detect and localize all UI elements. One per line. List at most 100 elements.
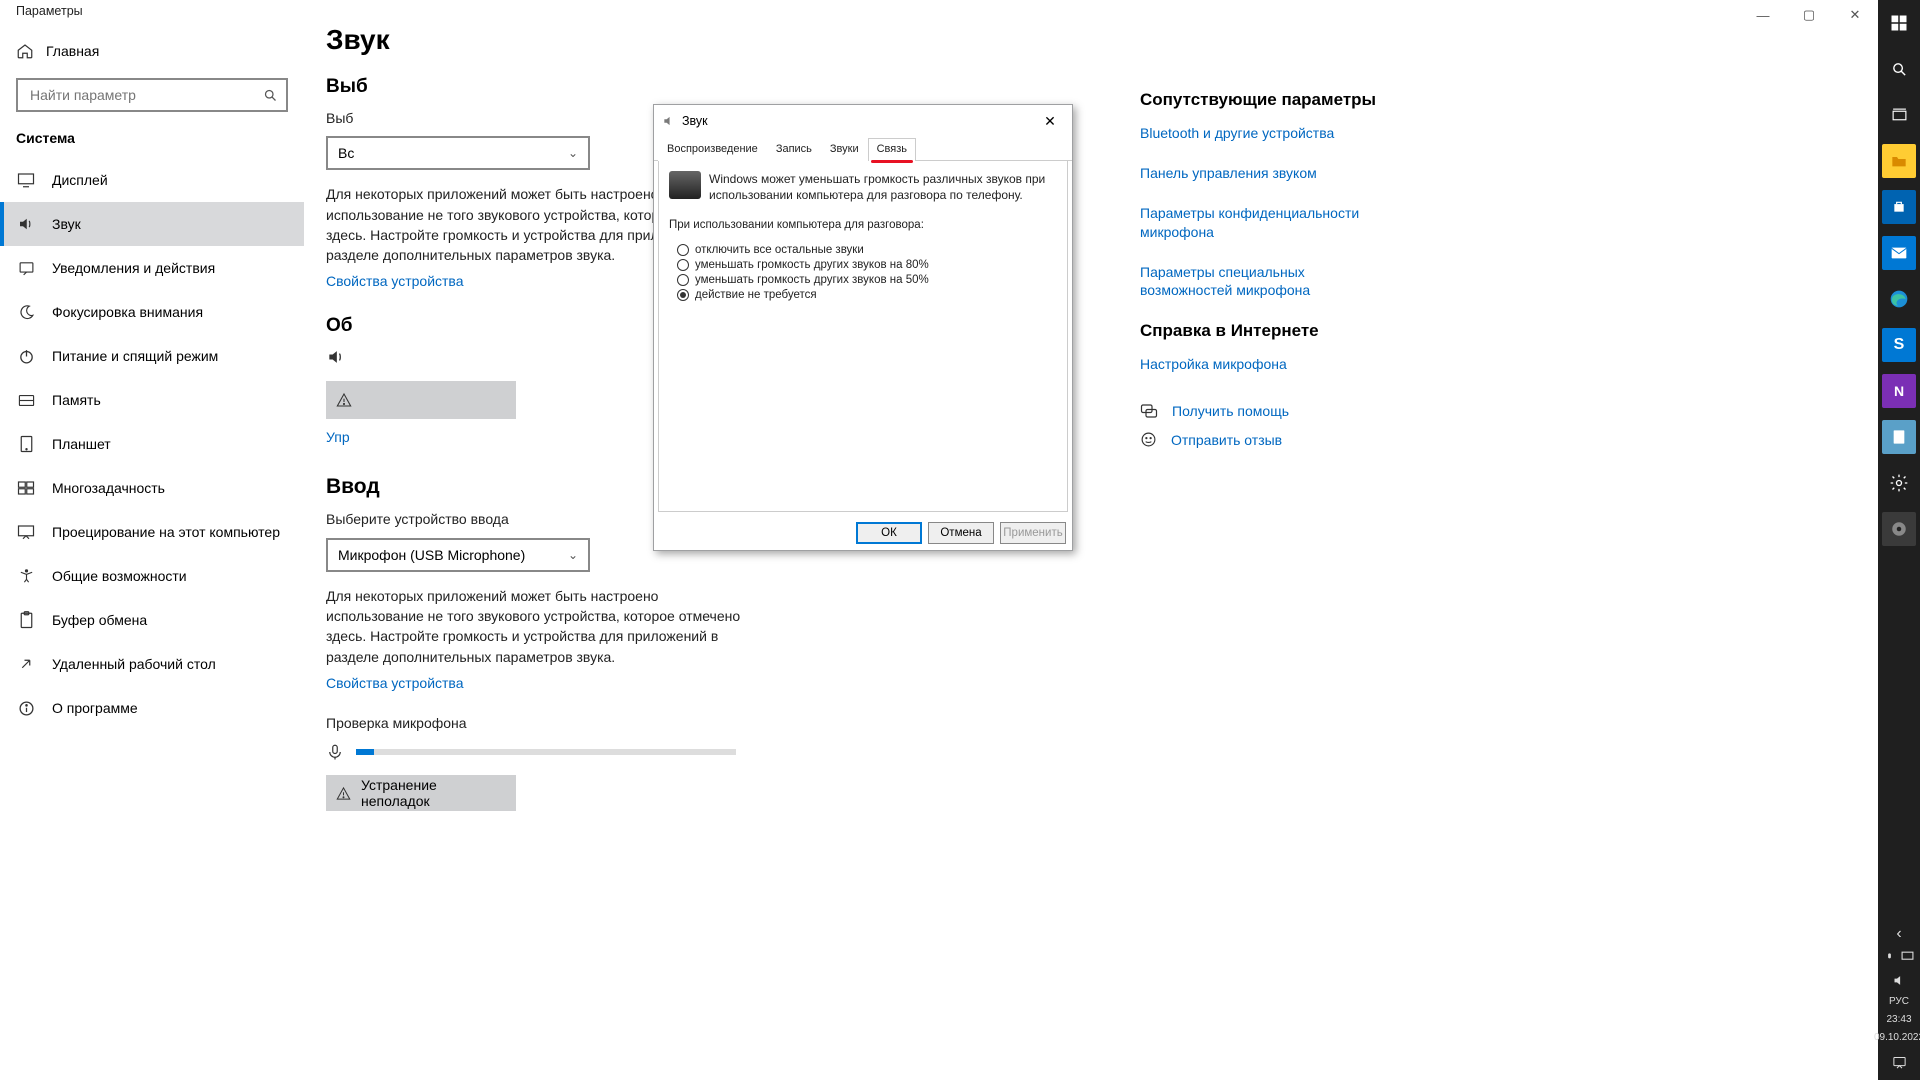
sidebar-item-label: Буфер обмена xyxy=(52,612,147,628)
rail-footer-chat[interactable]: Получить помощь xyxy=(1140,403,1390,419)
smile-icon xyxy=(1140,431,1157,448)
skype-icon[interactable]: S xyxy=(1882,328,1916,362)
dialog-body: Windows может уменьшать громкость различ… xyxy=(658,161,1068,512)
radio-icon xyxy=(677,274,689,286)
dialog-buttons: ОК Отмена Применить xyxy=(654,516,1072,550)
tray-expand-icon[interactable]: ‹ xyxy=(1882,923,1916,945)
gear-icon[interactable] xyxy=(1882,466,1916,500)
access-icon xyxy=(16,568,36,585)
troubleshoot-button[interactable]: Устранение неполадок xyxy=(326,775,516,811)
sidebar-home[interactable]: Главная xyxy=(0,28,304,78)
related-rail: Сопутствующие параметры Bluetooth и друг… xyxy=(1140,90,1390,460)
dialog-tab[interactable]: Звуки xyxy=(821,138,868,161)
search-box[interactable] xyxy=(16,78,288,112)
volume-icon[interactable] xyxy=(1882,970,1916,990)
dialog-title: Звук xyxy=(682,114,708,128)
sidebar-item-label: Удаленный рабочий стол xyxy=(52,656,216,672)
sidebar-item-tablet[interactable]: Планшет xyxy=(0,422,304,466)
window-controls: — ▢ ✕ xyxy=(1740,0,1878,30)
sidebar-item-about[interactable]: О программе xyxy=(0,686,304,730)
start-button[interactable] xyxy=(1882,6,1916,40)
sidebar-item-label: Питание и спящий режим xyxy=(52,348,218,364)
settings-sidebar: Параметры Главная Система ДисплейЗвукУве… xyxy=(0,0,304,1080)
rail-link[interactable]: Параметры специальных возможностей микро… xyxy=(1140,263,1390,299)
sidebar-item-remote[interactable]: Удаленный рабочий стол xyxy=(0,642,304,686)
notebook-icon[interactable] xyxy=(1882,420,1916,454)
sidebar-item-multit[interactable]: Многозадачность xyxy=(0,466,304,510)
output-select-value: Вс xyxy=(338,145,354,161)
tray-icons[interactable] xyxy=(1884,951,1914,964)
output-select[interactable]: Вс ⌄ xyxy=(326,136,590,170)
sidebar-item-clip[interactable]: Буфер обмена xyxy=(0,598,304,642)
dialog-tab[interactable]: Воспроизведение xyxy=(658,138,767,161)
speaker-icon xyxy=(662,114,676,128)
dialog-titlebar[interactable]: Звук ✕ xyxy=(654,105,1072,137)
search-wrap xyxy=(0,78,304,130)
sidebar-item-project[interactable]: Проецирование на этот компьютер xyxy=(0,510,304,554)
radio-option[interactable]: действие не требуется xyxy=(677,289,1057,301)
rail-help-link[interactable]: Настройка микрофона xyxy=(1140,355,1390,373)
manage-link[interactable]: Упр xyxy=(326,429,350,445)
minimize-button[interactable]: — xyxy=(1740,0,1786,30)
sidebar-item-access[interactable]: Общие возможности xyxy=(0,554,304,598)
home-icon xyxy=(16,42,34,60)
rail-link[interactable]: Bluetooth и другие устройства xyxy=(1140,124,1390,142)
ok-button[interactable]: ОК xyxy=(856,522,922,544)
clip-icon xyxy=(16,611,36,629)
tray-time[interactable]: 23:43 xyxy=(1886,1014,1911,1026)
microphone-icon xyxy=(1884,951,1895,964)
display-icon xyxy=(16,172,36,188)
notifications-icon[interactable] xyxy=(1882,1050,1916,1074)
taskbar-tray: ‹ РУС 23:43 09.10.2022 xyxy=(1878,923,1920,1080)
sidebar-item-display[interactable]: Дисплей xyxy=(0,158,304,202)
sidebar-section-head: Система xyxy=(0,130,304,158)
edge-icon[interactable] xyxy=(1882,282,1916,316)
dialog-tab[interactable]: Связь xyxy=(868,138,916,161)
device-props-link-2[interactable]: Свойства устройства xyxy=(326,675,464,691)
radio-option[interactable]: уменьшать громкость других звуков на 50% xyxy=(677,274,1057,286)
search-icon xyxy=(263,88,278,103)
sound-dialog: Звук ✕ ВоспроизведениеЗаписьЗвукиСвязь W… xyxy=(653,104,1073,551)
device-props-link[interactable]: Свойства устройства xyxy=(326,273,464,289)
mail-icon[interactable] xyxy=(1882,236,1916,270)
focus-icon xyxy=(16,304,36,321)
rail-link[interactable]: Параметры конфиденциальности микрофона xyxy=(1140,204,1390,240)
chat-icon xyxy=(1140,403,1158,419)
sidebar-item-power[interactable]: Питание и спящий режим xyxy=(0,334,304,378)
search-input[interactable] xyxy=(30,87,263,103)
project-icon xyxy=(16,524,36,540)
cancel-button[interactable]: Отмена xyxy=(928,522,994,544)
explorer-icon[interactable] xyxy=(1882,144,1916,178)
tray-lang[interactable]: РУС xyxy=(1889,996,1909,1008)
close-button[interactable]: ✕ xyxy=(1832,0,1878,30)
warning-icon xyxy=(336,392,352,408)
sidebar-item-label: Дисплей xyxy=(52,172,108,188)
apply-button[interactable]: Применить xyxy=(1000,522,1066,544)
dialog-close-button[interactable]: ✕ xyxy=(1036,107,1064,135)
dialog-tab[interactable]: Запись xyxy=(767,138,821,161)
sidebar-item-label: Проецирование на этот компьютер xyxy=(52,524,280,540)
settings-app-icon[interactable] xyxy=(1882,512,1916,546)
store-icon[interactable] xyxy=(1882,190,1916,224)
sidebar-item-storage[interactable]: Память xyxy=(0,378,304,422)
taskbar: S N ‹ РУС xyxy=(1878,0,1920,1080)
dialog-tabs: ВоспроизведениеЗаписьЗвукиСвязь xyxy=(654,137,1072,161)
microphone-icon xyxy=(326,741,344,763)
onenote-icon[interactable]: N xyxy=(1882,374,1916,408)
rail-footer-smile[interactable]: Отправить отзыв xyxy=(1140,431,1390,448)
monitor-icon xyxy=(1901,951,1914,964)
radio-option[interactable]: отключить все остальные звуки xyxy=(677,244,1057,256)
chevron-down-icon: ⌄ xyxy=(568,146,578,160)
sidebar-item-label: Планшет xyxy=(52,436,111,452)
rail-related-head: Сопутствующие параметры xyxy=(1140,90,1390,110)
rail-link[interactable]: Панель управления звуком xyxy=(1140,164,1390,182)
maximize-button[interactable]: ▢ xyxy=(1786,0,1832,30)
input-select[interactable]: Микрофон (USB Microphone) ⌄ xyxy=(326,538,590,572)
taskview-icon[interactable] xyxy=(1882,98,1916,132)
sidebar-item-notify[interactable]: Уведомления и действия xyxy=(0,246,304,290)
sidebar-item-focus[interactable]: Фокусировка внимания xyxy=(0,290,304,334)
sidebar-item-sound[interactable]: Звук xyxy=(0,202,304,246)
tray-date[interactable]: 09.10.2022 xyxy=(1874,1032,1920,1044)
radio-option[interactable]: уменьшать громкость других звуков на 80% xyxy=(677,259,1057,271)
search-icon[interactable] xyxy=(1882,52,1916,86)
